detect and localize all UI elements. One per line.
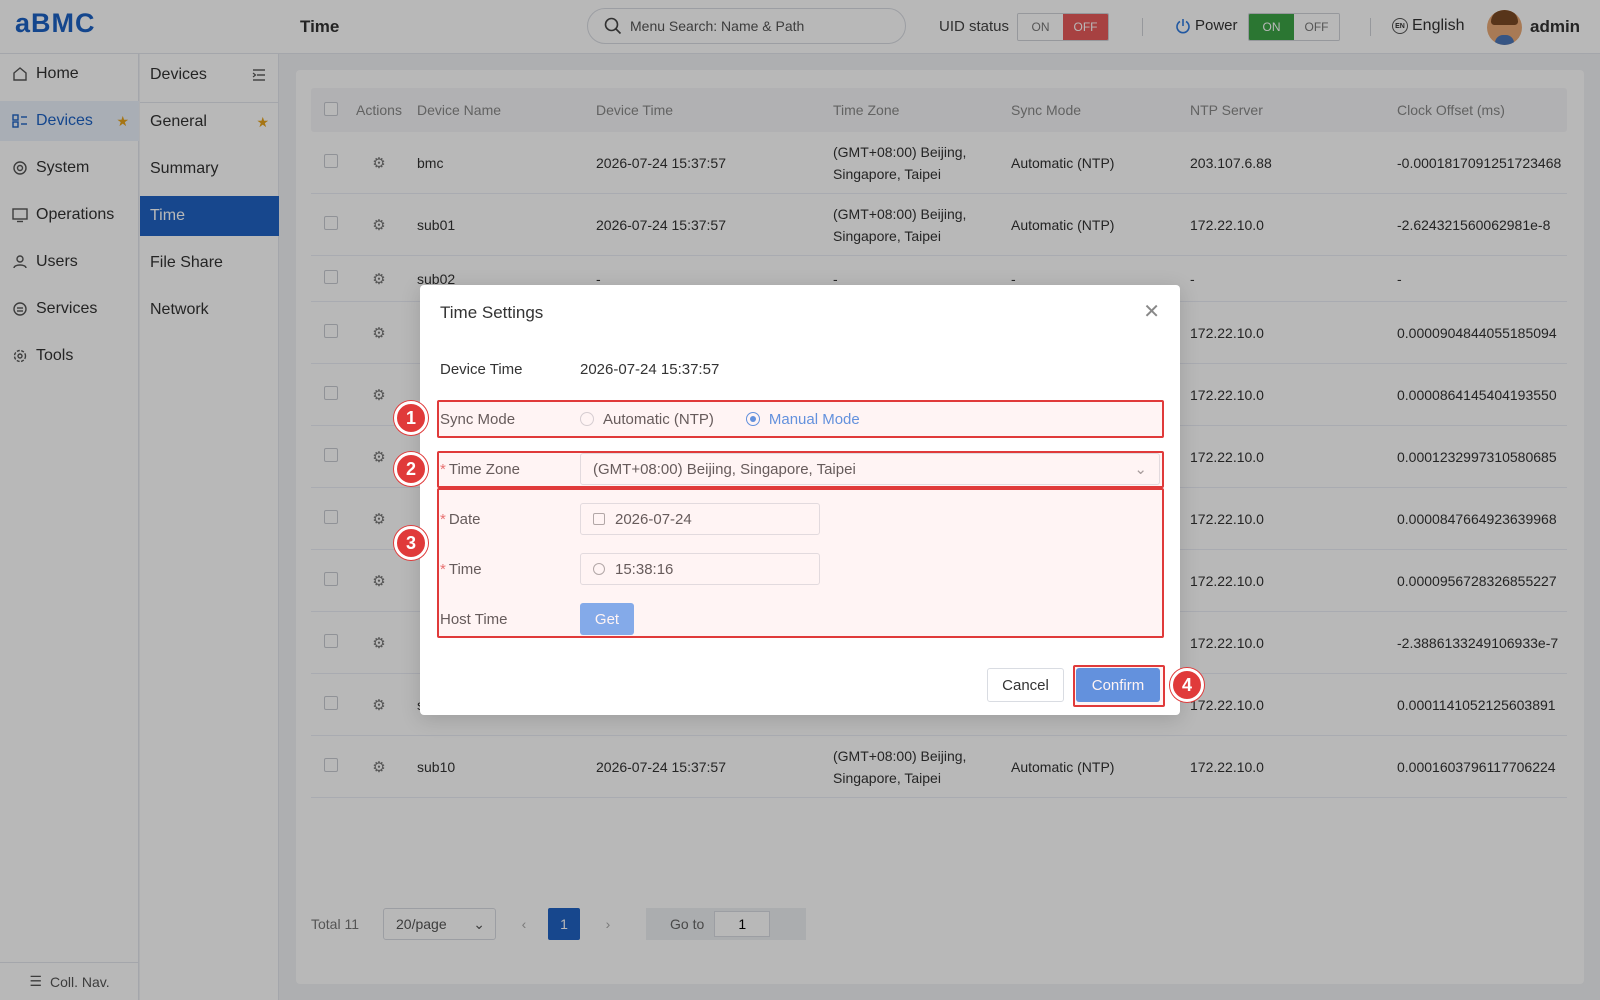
date-label-text: Date <box>448 510 481 528</box>
cancel-button[interactable]: Cancel <box>987 668 1064 702</box>
annotation-badge-2: 2 <box>394 452 428 486</box>
device-time-row: Device Time 2026-07-24 15:37:57 <box>440 353 719 385</box>
radio-circle <box>745 412 760 426</box>
time-label: * Time <box>440 561 580 578</box>
time-zone-select[interactable]: (GMT+08:00) Beijing, Singapore, Taipei ⌄ <box>580 453 1160 485</box>
time-label-text: Time <box>448 560 482 578</box>
host-time-label: Host Time <box>440 610 508 628</box>
date-label: * Date <box>440 511 580 528</box>
radio-circle <box>580 412 594 426</box>
radio-manual-mode[interactable]: Manual Mode <box>745 410 860 428</box>
annotation-badge-3: 3 <box>394 526 428 560</box>
time-zone-value: (GMT+08:00) Beijing, Singapore, Taipei <box>593 460 856 478</box>
confirm-button[interactable]: Confirm <box>1076 668 1160 702</box>
date-value: 2026-07-24 <box>615 510 692 528</box>
required-mark: * <box>440 560 446 578</box>
annotation-badge-1: 1 <box>394 401 428 435</box>
sync-mode-row: Sync Mode Automatic (NTP) Manual Mode <box>440 403 892 435</box>
time-settings-dialog: Time Settings ✕ Device Time 2026-07-24 1… <box>420 285 1180 715</box>
host-time-row: Host Time Get <box>440 603 634 635</box>
time-value: 15:38:16 <box>615 560 674 578</box>
get-host-time-button[interactable]: Get <box>580 603 634 635</box>
chevron-down-icon: ⌄ <box>1134 461 1147 478</box>
time-picker-input[interactable]: 15:38:16 <box>580 553 820 585</box>
close-icon[interactable]: ✕ <box>1143 299 1160 324</box>
clock-icon <box>593 563 605 575</box>
time-zone-label-text: Time Zone <box>448 460 520 478</box>
radio-label: Manual Mode <box>768 410 860 428</box>
device-time-label: Device Time <box>440 360 523 378</box>
date-row: * Date 2026-07-24 <box>440 503 820 535</box>
sync-mode-label: Sync Mode <box>440 410 516 428</box>
date-picker-input[interactable]: 2026-07-24 <box>580 503 820 535</box>
radio-label: Automatic (NTP) <box>603 410 714 428</box>
time-row: * Time 15:38:16 <box>440 553 820 585</box>
required-mark: * <box>440 460 446 478</box>
dialog-title: Time Settings <box>440 303 544 322</box>
radio-automatic-ntp[interactable]: Automatic (NTP) <box>580 411 714 428</box>
time-zone-label: * Time Zone <box>440 461 580 478</box>
required-mark: * <box>440 510 446 528</box>
annotation-badge-4: 4 <box>1170 668 1204 702</box>
device-time-value: 2026-07-24 15:37:57 <box>580 360 720 378</box>
time-zone-row: * Time Zone (GMT+08:00) Beijing, Singapor… <box>440 453 1160 485</box>
calendar-icon <box>593 513 605 525</box>
